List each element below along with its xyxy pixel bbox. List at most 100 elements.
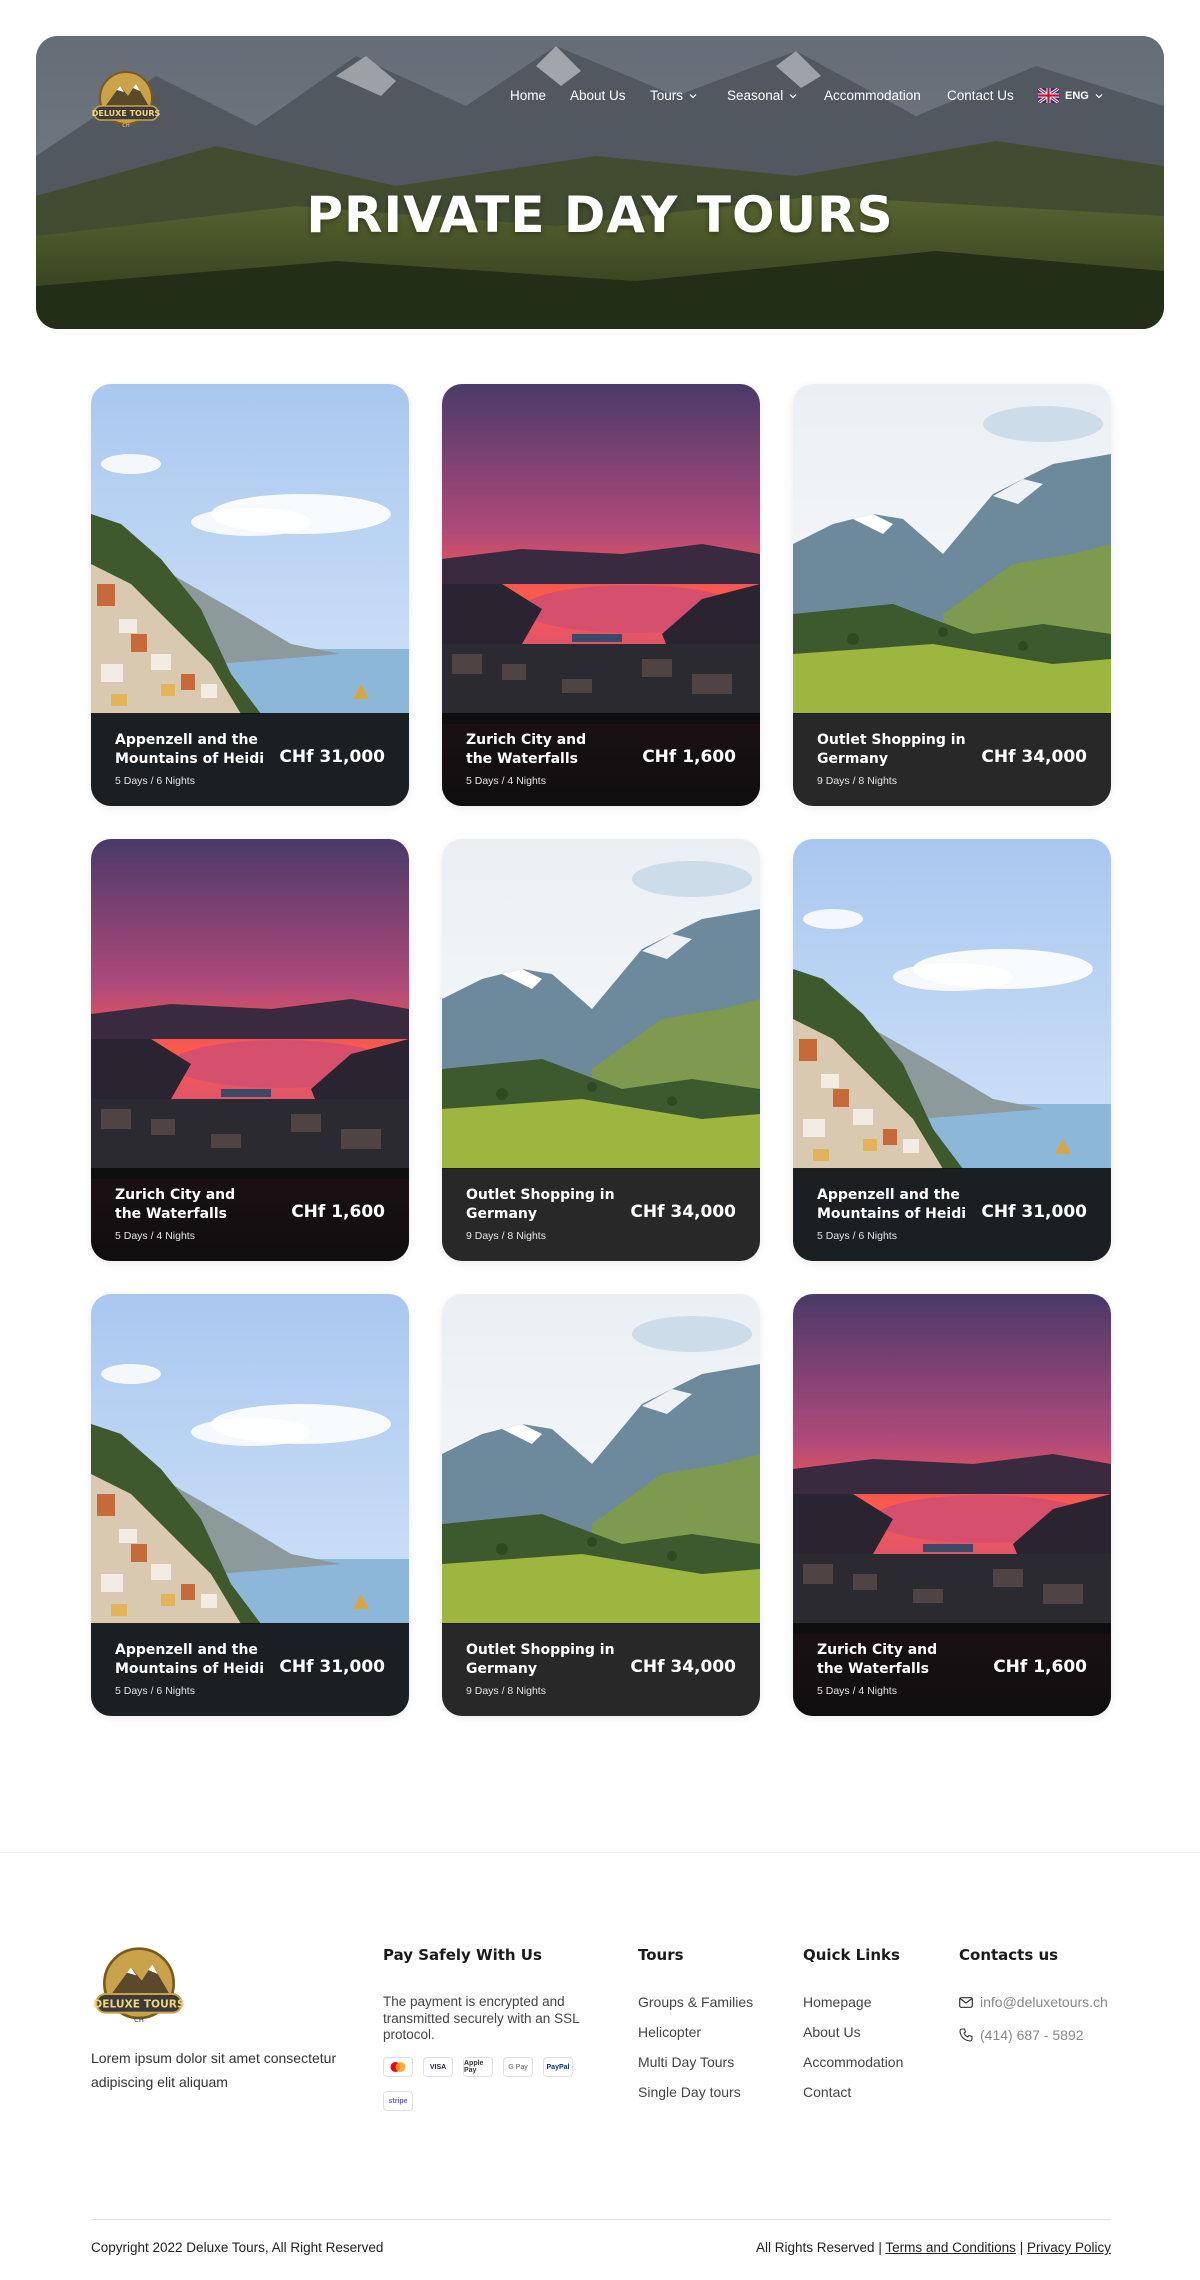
contact-phone-text: (414) 687 - 5892	[980, 2027, 1084, 2043]
tour-title: Zurich City and the Waterfalls	[466, 732, 587, 767]
tour-title: Appenzell and the Mountains of Heidi	[817, 1187, 967, 1222]
mastercard-icon	[383, 2057, 413, 2077]
tour-price: CHf 1,600	[291, 1202, 385, 1222]
tour-card[interactable]: Outlet Shopping in Germany 9 Days / 8 Ni…	[442, 1294, 760, 1716]
tours-heading: Tours	[638, 1946, 684, 1964]
footer-bottom-divider	[91, 2219, 1111, 2220]
tour-card[interactable]: Outlet Shopping in Germany 9 Days / 8 Ni…	[442, 839, 760, 1261]
phone-icon	[959, 2028, 973, 2042]
tour-info-overlay: Outlet Shopping in Germany 9 Days / 8 Ni…	[442, 1168, 760, 1261]
svg-text:CH: CH	[122, 123, 129, 129]
language-selector[interactable]: ENG	[1038, 88, 1103, 103]
legal-links: All Rights Reserved | Terms and Conditio…	[756, 2240, 1111, 2255]
tour-info-overlay: Appenzell and the Mountains of Heidi 5 D…	[91, 713, 409, 806]
main-nav: Home About Us Tours Seasonal Accommodati…	[36, 88, 1164, 112]
tour-title: Zurich City and the Waterfalls	[817, 1642, 938, 1677]
tour-duration: 9 Days / 8 Nights	[466, 1685, 546, 1697]
tour-duration: 9 Days / 8 Nights	[466, 1230, 546, 1242]
tour-title: Outlet Shopping in Germany	[817, 732, 966, 767]
contact-phone[interactable]: (414) 687 - 5892	[959, 2027, 1084, 2043]
tour-info-overlay: Zurich City and the Waterfalls 5 Days / …	[442, 713, 760, 806]
language-label: ENG	[1065, 89, 1089, 102]
nav-seasonal[interactable]: Seasonal	[727, 88, 797, 103]
footer-link-single-day[interactable]: Single Day tours	[638, 2084, 753, 2114]
tour-card[interactable]: Zurich City and the Waterfalls 5 Days / …	[91, 839, 409, 1261]
visa-icon: VISA	[423, 2057, 453, 2077]
tour-title: Appenzell and the Mountains of Heidi	[115, 1642, 265, 1677]
payment-methods: VISA Apple Pay G Pay PayPal	[383, 2057, 573, 2077]
chevron-down-icon	[1095, 93, 1103, 98]
mail-icon	[959, 1996, 973, 2008]
tour-title: Outlet Shopping in Germany	[466, 1642, 615, 1677]
footer-logo[interactable]: DELUXE TOURS CH	[91, 1946, 187, 2026]
nav-tours[interactable]: Tours	[650, 88, 697, 103]
tour-card[interactable]: Appenzell and the Mountains of Heidi 5 D…	[793, 839, 1111, 1261]
tour-price: CHf 1,600	[642, 747, 736, 767]
tour-price: CHf 1,600	[993, 1657, 1087, 1677]
tour-info-overlay: Appenzell and the Mountains of Heidi 5 D…	[793, 1168, 1111, 1261]
paypal-icon: PayPal	[543, 2057, 573, 2077]
tour-card[interactable]: Zurich City and the Waterfalls 5 Days / …	[793, 1294, 1111, 1716]
tour-card[interactable]: Appenzell and the Mountains of Heidi 5 D…	[91, 1294, 409, 1716]
tour-price: CHf 34,000	[630, 1202, 736, 1222]
tour-card[interactable]: Outlet Shopping in Germany 9 Days / 8 Ni…	[793, 384, 1111, 806]
hero-banner: DELUXE TOURS CH Home About Us Tours Seas…	[36, 36, 1164, 329]
footer-divider	[0, 1852, 1200, 1853]
footer-link-multi-day[interactable]: Multi Day Tours	[638, 2054, 753, 2084]
apple-pay-icon: Apple Pay	[463, 2057, 493, 2077]
tour-info-overlay: Zurich City and the Waterfalls 5 Days / …	[793, 1623, 1111, 1716]
tour-price: CHf 31,000	[279, 747, 385, 767]
nav-about[interactable]: About Us	[570, 88, 626, 103]
quick-links: Homepage About Us Accommodation Contact	[803, 1994, 903, 2114]
tour-price: CHf 34,000	[630, 1657, 736, 1677]
tour-duration: 5 Days / 6 Nights	[115, 775, 195, 787]
tour-duration: 5 Days / 4 Nights	[817, 1685, 897, 1697]
tour-card[interactable]: Zurich City and the Waterfalls 5 Days / …	[442, 384, 760, 806]
copyright-text: Copyright 2022 Deluxe Tours, All Right R…	[91, 2240, 384, 2255]
pay-text: The payment is encrypted and transmitted…	[383, 1994, 580, 2042]
nav-accommodation[interactable]: Accommodation	[824, 88, 921, 103]
footer-link-helicopter[interactable]: Helicopter	[638, 2024, 753, 2054]
tour-info-overlay: Appenzell and the Mountains of Heidi 5 D…	[91, 1623, 409, 1716]
footer-link-homepage[interactable]: Homepage	[803, 1994, 903, 2024]
tour-title: Appenzell and the Mountains of Heidi	[115, 732, 265, 767]
nav-tours-label: Tours	[650, 88, 684, 103]
uk-flag-icon	[1038, 88, 1059, 103]
tour-duration: 5 Days / 6 Nights	[115, 1685, 195, 1697]
payment-methods-row-2: stripe	[383, 2091, 413, 2111]
google-pay-icon: G Pay	[503, 2057, 533, 2077]
tour-duration: 5 Days / 4 Nights	[115, 1230, 195, 1242]
footer-link-groups[interactable]: Groups & Families	[638, 1994, 753, 2024]
nav-seasonal-label: Seasonal	[727, 88, 784, 103]
footer-description: Lorem ipsum dolor sit amet consectetur a…	[91, 2050, 337, 2090]
tour-info-overlay: Outlet Shopping in Germany 9 Days / 8 Ni…	[442, 1623, 760, 1716]
tour-title: Outlet Shopping in Germany	[466, 1187, 615, 1222]
privacy-link[interactable]: Privacy Policy	[1027, 2240, 1111, 2255]
rights-text: All Rights Reserved |	[756, 2240, 882, 2255]
footer-link-accommodation[interactable]: Accommodation	[803, 2054, 903, 2084]
nav-home-label: Home	[510, 88, 547, 103]
legal-separator: |	[1019, 2240, 1024, 2255]
chevron-down-icon	[789, 93, 797, 98]
contacts-heading: Contacts us	[959, 1946, 1059, 1964]
tour-info-overlay: Zurich City and the Waterfalls 5 Days / …	[91, 1168, 409, 1261]
tour-title: Zurich City and the Waterfalls	[115, 1187, 236, 1222]
stripe-icon: stripe	[383, 2091, 413, 2111]
nav-home[interactable]: Home	[510, 88, 546, 103]
tours-links: Groups & Families Helicopter Multi Day T…	[638, 1994, 753, 2114]
tour-info-overlay: Outlet Shopping in Germany 9 Days / 8 Ni…	[793, 713, 1111, 806]
tour-card[interactable]: Appenzell and the Mountains of Heidi 5 D…	[91, 384, 409, 806]
terms-link[interactable]: Terms and Conditions	[885, 2240, 1016, 2255]
nav-contact-label: Contact Us	[947, 88, 1014, 103]
contact-email[interactable]: info@deluxetours.ch	[959, 1994, 1108, 2010]
tour-duration: 5 Days / 6 Nights	[817, 1230, 897, 1242]
chevron-down-icon	[689, 93, 697, 98]
tour-duration: 9 Days / 8 Nights	[817, 775, 897, 787]
svg-text:CH: CH	[134, 2016, 144, 2024]
tour-price: CHf 31,000	[981, 1202, 1087, 1222]
footer-link-contact[interactable]: Contact	[803, 2084, 903, 2114]
nav-contact[interactable]: Contact Us	[947, 88, 1014, 103]
page-title: PRIVATE DAY TOURS	[306, 186, 894, 244]
contact-email-text: info@deluxetours.ch	[980, 1994, 1108, 2010]
footer-link-about[interactable]: About Us	[803, 2024, 903, 2054]
